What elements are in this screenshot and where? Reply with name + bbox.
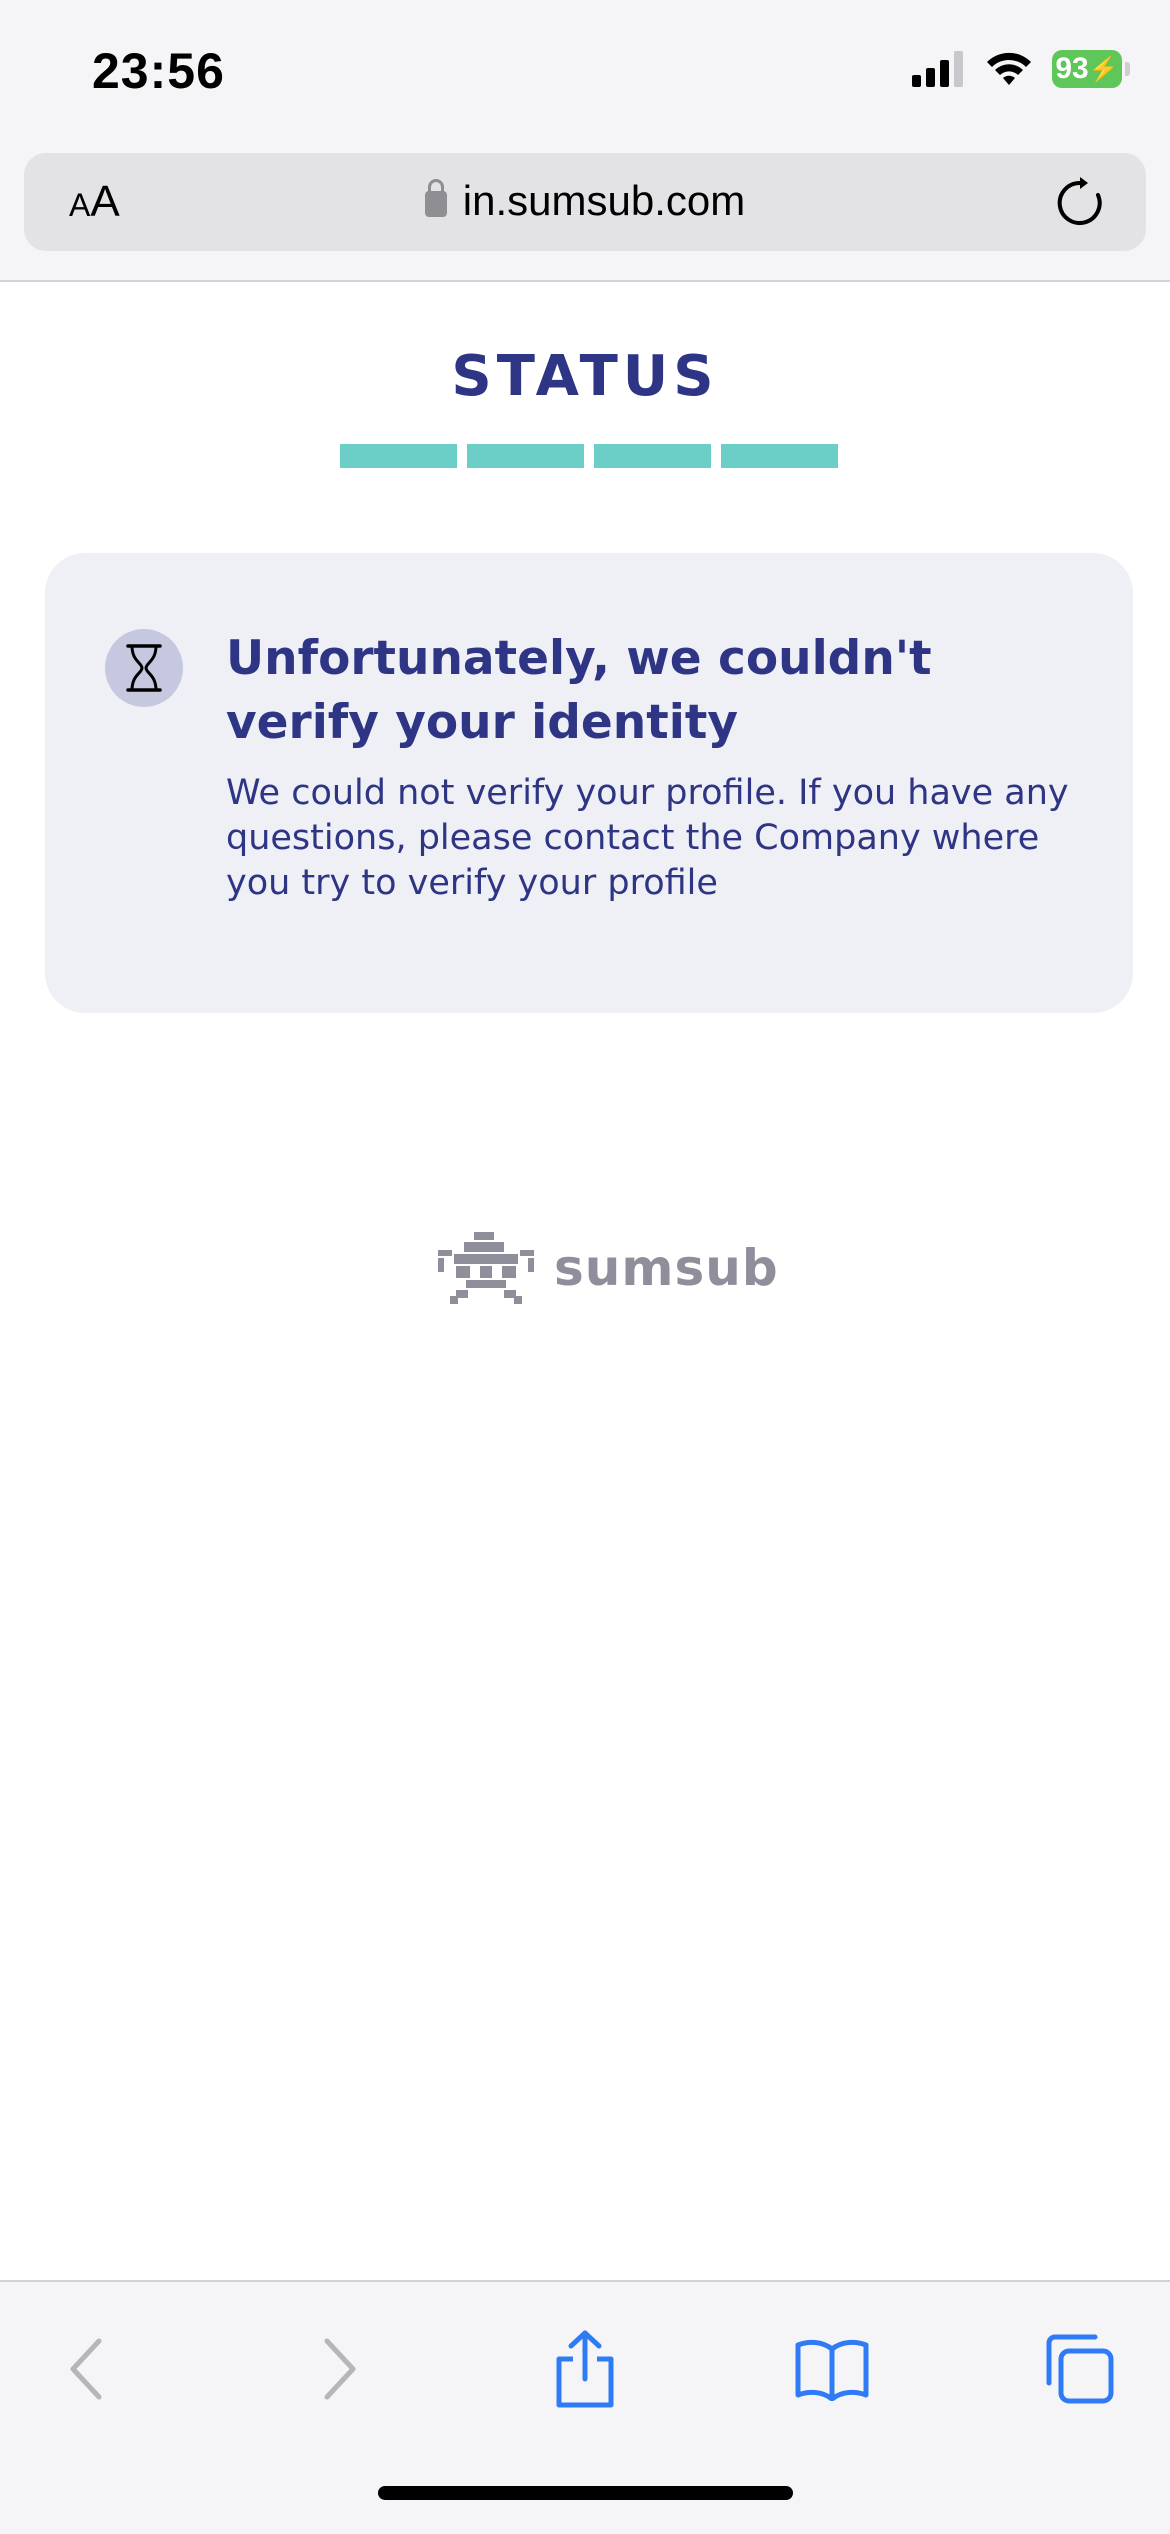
share-button[interactable] [540,2324,630,2414]
cellular-signal-icon [912,51,963,87]
status-card: Unfortunately, we couldn't verify your i… [45,553,1133,1013]
battery-icon: 93 ⚡ [1052,50,1130,88]
progress-step [340,444,457,468]
tabs-button[interactable] [1034,2324,1124,2414]
back-button[interactable] [42,2324,132,2414]
sumsub-logo: sumsub [436,1232,779,1304]
bookmarks-button[interactable] [787,2324,877,2414]
progress-step [594,444,711,468]
bookmarks-icon [795,2339,869,2401]
status-icons: 93 ⚡ [912,50,1130,88]
lock-icon [424,179,447,217]
brand-name: sumsub [554,1239,779,1297]
browser-address-area: AA in.sumsub.com [0,150,1170,282]
reload-icon[interactable] [1054,177,1106,229]
tabs-icon [1046,2334,1114,2404]
card-message: We could not verify your profile. If you… [226,773,1069,903]
page-title: STATUS [451,344,719,409]
status-bar: 23:56 93 ⚡ [0,0,1170,150]
share-icon [556,2330,614,2408]
status-time: 23:56 [92,43,225,99]
forward-icon [324,2338,356,2400]
forward-button[interactable] [294,2324,384,2414]
home-indicator[interactable] [378,2486,793,2500]
battery-level: 93 [1055,52,1089,85]
hourglass-icon [105,629,183,707]
wifi-icon [987,52,1031,85]
card-heading: Unfortunately, we couldn't verify your i… [226,631,932,750]
progress-step [467,444,584,468]
url-text: in.sumsub.com [462,177,746,224]
sumsub-mark-icon [438,1232,534,1304]
address-bar[interactable]: AA in.sumsub.com [24,153,1146,251]
back-icon [70,2338,102,2400]
progress-steps [340,444,838,468]
progress-step [721,444,838,468]
url-display[interactable]: in.sumsub.com [24,177,1146,225]
